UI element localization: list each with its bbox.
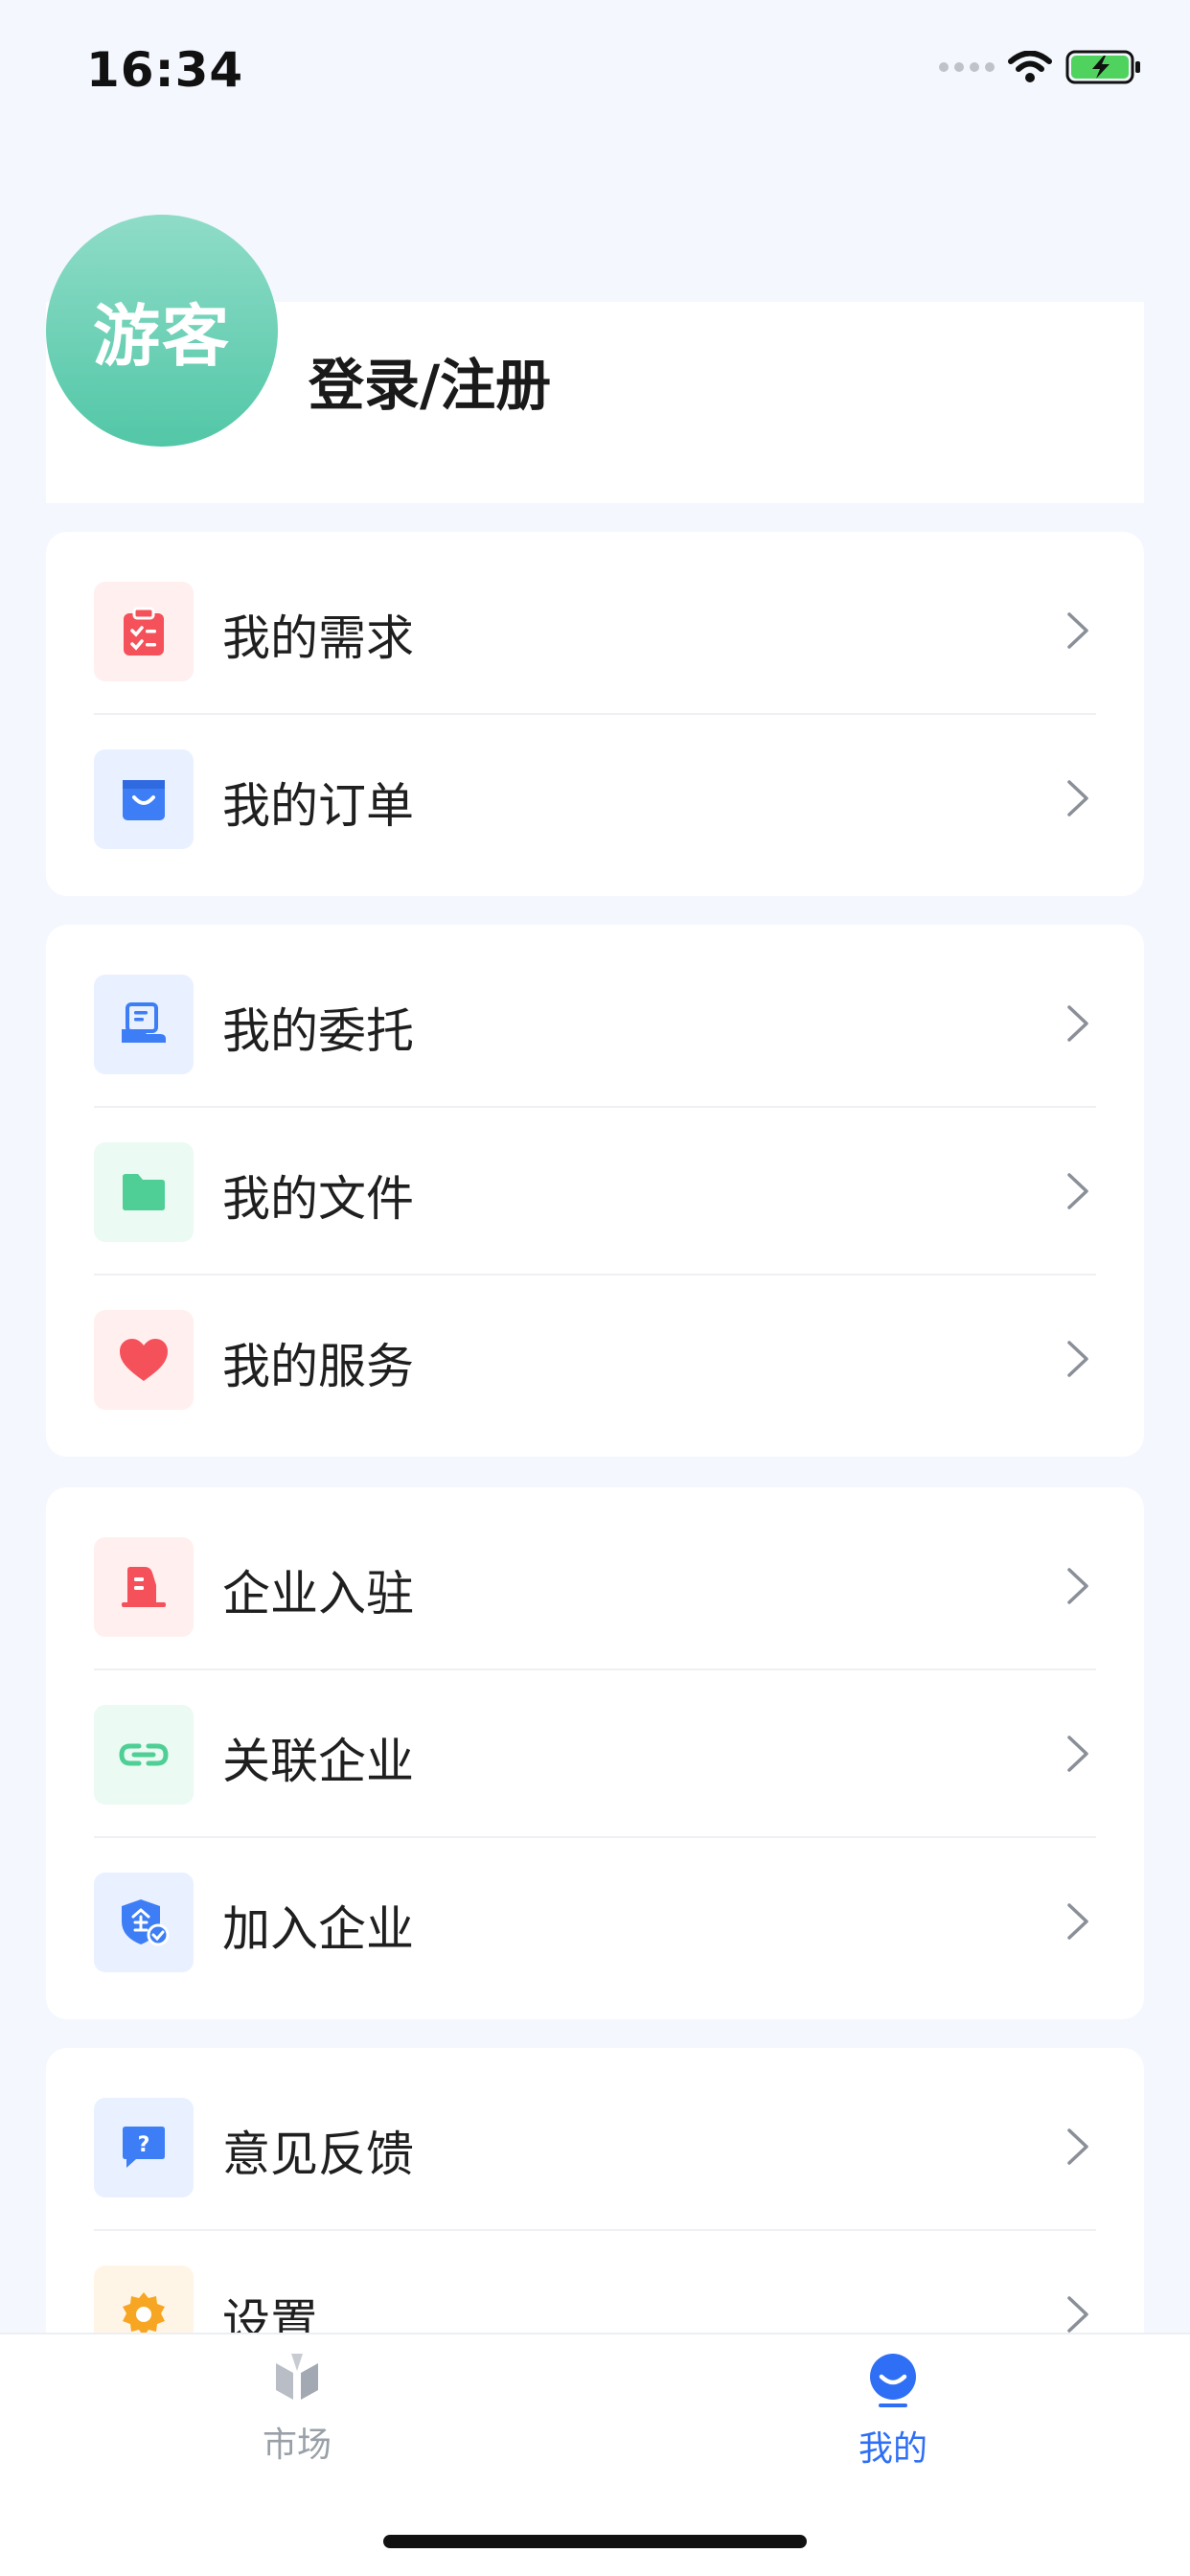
menu-item-enterprise-settle[interactable]: 企业入驻 xyxy=(46,1503,1144,1670)
folder-icon xyxy=(94,1142,194,1242)
chevron-right-icon xyxy=(1067,1005,1088,1042)
chevron-right-icon xyxy=(1067,2128,1088,2165)
menu-item-label: 我的服务 xyxy=(222,1339,414,1394)
building-icon xyxy=(94,1537,194,1637)
menu-item-feedback[interactable]: ? 意见反馈 xyxy=(46,2063,1144,2231)
menu-group-services: 我的委托 我的文件 我的服务 xyxy=(46,925,1144,1457)
tab-label: 市场 xyxy=(262,2426,332,2465)
menu-item-label: 意见反馈 xyxy=(222,2127,414,2182)
tab-market[interactable]: 市场 xyxy=(201,2352,393,2486)
svg-text:?: ? xyxy=(138,2133,150,2157)
battery-charging-icon xyxy=(1065,50,1140,84)
status-time: 16:34 xyxy=(86,42,244,98)
menu-item-my-files[interactable]: 我的文件 xyxy=(46,1108,1144,1276)
chevron-right-icon xyxy=(1067,780,1088,816)
heart-icon xyxy=(94,1310,194,1410)
menu-item-join-enterprise[interactable]: 加入企业 xyxy=(46,1838,1144,2006)
profile-face-icon xyxy=(870,2354,916,2407)
menu-item-my-entrust[interactable]: 我的委托 xyxy=(46,940,1144,1108)
menu-item-label: 我的文件 xyxy=(222,1171,414,1227)
chevron-right-icon xyxy=(1067,1173,1088,1209)
shopping-bag-icon xyxy=(94,749,194,849)
market-icon xyxy=(276,2354,318,2400)
avatar-text: 游客 xyxy=(93,296,231,376)
status-icons xyxy=(939,50,1142,84)
enterprise-shield-icon xyxy=(94,1873,194,1972)
login-register-link[interactable]: 登录/注册 xyxy=(309,340,551,421)
chevron-right-icon xyxy=(1067,1568,1088,1604)
chevron-right-icon xyxy=(1067,612,1088,649)
status-bar: 16:34 xyxy=(0,0,1190,144)
avatar[interactable]: 游客 xyxy=(46,215,278,447)
entrust-icon xyxy=(94,975,194,1074)
menu-item-label: 关联企业 xyxy=(222,1734,414,1789)
menu-group-orders: 我的需求 我的订单 xyxy=(46,532,1144,896)
link-icon xyxy=(94,1705,194,1805)
menu-item-my-requirements[interactable]: 我的需求 xyxy=(46,547,1144,715)
clipboard-icon xyxy=(94,582,194,681)
menu-item-label: 加入企业 xyxy=(222,1901,414,1957)
cellular-signal-icon xyxy=(939,62,995,72)
menu-group-enterprise: 企业入驻 关联企业 加入企业 xyxy=(46,1487,1144,2019)
menu-item-my-services[interactable]: 我的服务 xyxy=(46,1276,1144,1443)
chevron-right-icon xyxy=(1067,2296,1088,2333)
menu-item-label: 我的订单 xyxy=(222,778,414,834)
menu-item-label: 我的需求 xyxy=(222,610,414,666)
tab-label: 我的 xyxy=(858,2429,927,2469)
chevron-right-icon xyxy=(1067,1736,1088,1772)
home-indicator xyxy=(383,2535,807,2548)
chevron-right-icon xyxy=(1067,1341,1088,1377)
feedback-icon: ? xyxy=(94,2098,194,2197)
menu-item-link-enterprise[interactable]: 关联企业 xyxy=(46,1670,1144,1838)
tab-mine[interactable]: 我的 xyxy=(797,2352,989,2486)
menu-item-my-orders[interactable]: 我的订单 xyxy=(46,715,1144,883)
menu-item-label: 我的委托 xyxy=(222,1003,414,1059)
menu-item-label: 企业入驻 xyxy=(222,1566,414,1622)
wifi-icon xyxy=(1008,51,1052,82)
chevron-right-icon xyxy=(1067,1903,1088,1940)
